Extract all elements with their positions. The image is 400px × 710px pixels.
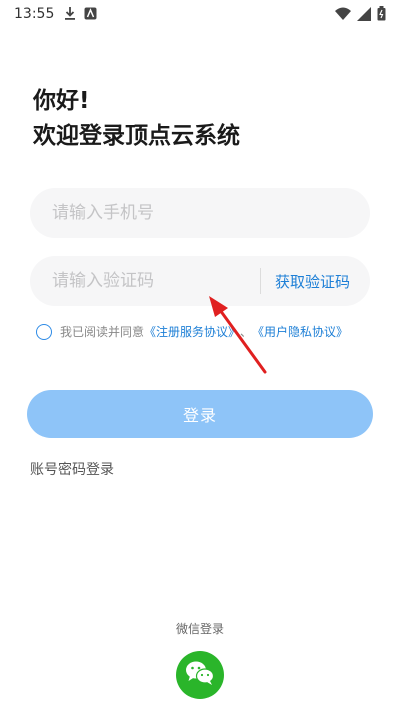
code-input[interactable] [30,256,260,306]
status-bar: 13:55 [0,0,400,28]
greeting-welcome: 欢迎登录顶点云系统 [33,123,240,149]
download-icon [64,5,76,24]
password-login-link[interactable]: 账号密码登录 [30,459,114,479]
wechat-login-label: 微信登录 [175,622,224,636]
signal-icon [357,6,371,25]
status-right-group [335,6,386,25]
phone-field [30,188,370,238]
service-agreement-link[interactable]: 《注册服务协议》 [144,323,240,340]
code-divider [259,268,261,294]
agreement-separator: 、 [240,325,253,339]
greeting-hello: 你好! [33,88,90,114]
agreement-prefix: 我已阅读并同意 [60,325,145,339]
greeting: 你好! 欢迎登录顶点云系统 [33,84,240,154]
login-screen: 13:55 你好! 欢迎登录顶点云系统 获取验证码 [0,0,400,710]
wechat-login-button[interactable] [176,651,224,699]
login-button[interactable]: 登录 [27,390,373,438]
wifi-icon [335,6,351,25]
agreement-row: 我已阅读并同意 《注册服务协议》 、 《用户隐私协议》 [36,323,348,340]
app-notification-icon [84,5,97,24]
status-time: 13:55 [14,6,55,22]
battery-icon [377,6,386,25]
get-code-button[interactable]: 获取验证码 [275,271,350,292]
agreement-checkbox[interactable] [36,323,52,340]
phone-input[interactable] [30,188,370,238]
code-field: 获取验证码 [30,256,370,306]
wechat-icon [185,660,215,690]
privacy-agreement-link[interactable]: 《用户隐私协议》 [252,323,348,340]
